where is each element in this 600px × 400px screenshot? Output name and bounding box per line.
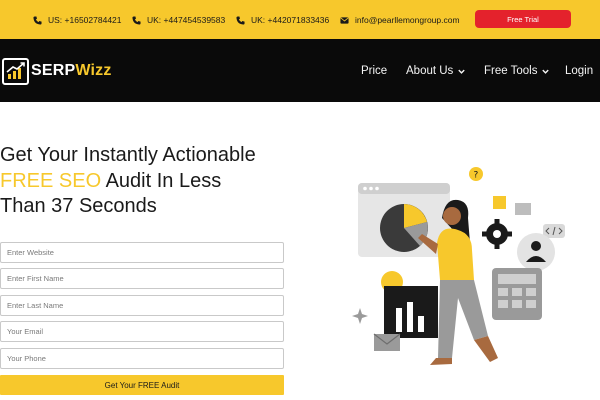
sticky-note-icon xyxy=(515,203,531,215)
nav-item-free-tools-label: Free Tools xyxy=(484,65,538,77)
contact-email-text: info@pearllemongroup.com xyxy=(355,15,460,25)
main-navigation: SERPWizz Price About Us Free Tools Login xyxy=(0,39,600,102)
nav-item-about-us[interactable]: About Us xyxy=(406,65,466,77)
logo-chart-icon xyxy=(2,57,29,85)
contact-phone-uk-1[interactable]: UK: +447454539583 xyxy=(132,13,225,27)
bar-chart-icon xyxy=(384,286,438,338)
hero-headline-line2: FREE SEO Audit In Less xyxy=(0,169,300,195)
phone-icon xyxy=(236,15,245,25)
hero-headline: Get Your Instantly Actionable FREE SEO A… xyxy=(0,143,300,220)
nav-item-price[interactable]: Price xyxy=(361,65,387,77)
nav-item-login-label: Login xyxy=(565,65,594,77)
nav-item-login[interactable]: Login xyxy=(565,65,593,77)
question-mark-icon: ? xyxy=(469,167,483,181)
calculator-icon xyxy=(492,268,542,320)
chevron-down-icon xyxy=(458,69,466,74)
pie-chart-icon xyxy=(380,204,428,252)
contact-phone-us[interactable]: US: +16502784421 xyxy=(33,13,122,27)
contact-phone-uk-1-text: UK: +447454539583 xyxy=(147,15,226,25)
phone-input[interactable]: Your Phone xyxy=(0,348,284,369)
nav-item-price-label: Price xyxy=(361,65,388,77)
contact-phone-us-text: US: +16502784421 xyxy=(48,15,122,25)
first-name-input-placeholder: Enter First Name xyxy=(7,274,64,283)
free-trial-button[interactable]: Free Trial xyxy=(475,10,571,28)
logo-text-serp: SERP xyxy=(31,62,76,79)
nav-item-about-us-label: About Us xyxy=(406,65,454,77)
seo-audit-illustration: ? xyxy=(352,167,565,365)
sparkle-icon xyxy=(352,308,368,324)
sticky-note-icon xyxy=(493,196,506,209)
hero-headline-highlight: FREE SEO xyxy=(0,169,102,192)
website-input-placeholder: Enter Website xyxy=(7,248,54,257)
last-name-input-placeholder: Enter Last Name xyxy=(7,301,64,310)
phone-input-placeholder: Your Phone xyxy=(7,354,46,363)
last-name-input[interactable]: Enter Last Name xyxy=(0,295,284,316)
contact-phone-uk-2-text: UK: +442071833436 xyxy=(251,15,330,25)
hero-headline-line3: Than 37 Seconds xyxy=(0,195,157,217)
gear-icon xyxy=(482,219,512,249)
nav-item-free-tools[interactable]: Free Tools xyxy=(484,65,550,77)
hero-headline-line1: Get Your Instantly Actionable xyxy=(0,144,256,166)
code-tag-icon xyxy=(543,224,565,238)
logo-text: SERPWizz xyxy=(31,62,112,80)
phone-icon xyxy=(33,15,42,25)
get-free-audit-button[interactable]: Get Your FREE Audit xyxy=(0,375,284,395)
logo-text-wizz: Wizz xyxy=(75,62,112,79)
email-input-placeholder: Your Email xyxy=(7,327,43,336)
email-input[interactable]: Your Email xyxy=(0,321,284,342)
hero-headline-line2-rest: Audit In Less xyxy=(101,169,222,192)
top-contact-bar: US: +16502784421 UK: +447454539583 UK: +… xyxy=(0,0,600,39)
contact-phone-uk-2[interactable]: UK: +442071833436 xyxy=(236,13,329,27)
first-name-input[interactable]: Enter First Name xyxy=(0,268,284,289)
chevron-down-icon xyxy=(542,69,550,74)
website-input[interactable]: Enter Website xyxy=(0,242,284,263)
svg-text:?: ? xyxy=(474,171,479,181)
user-avatar-icon xyxy=(517,233,555,271)
phone-icon xyxy=(132,15,141,25)
contact-email[interactable]: info@pearllemongroup.com xyxy=(340,13,460,27)
envelope-icon xyxy=(373,333,401,351)
serpwizz-logo[interactable]: SERPWizz xyxy=(2,57,112,85)
email-icon xyxy=(340,16,349,24)
